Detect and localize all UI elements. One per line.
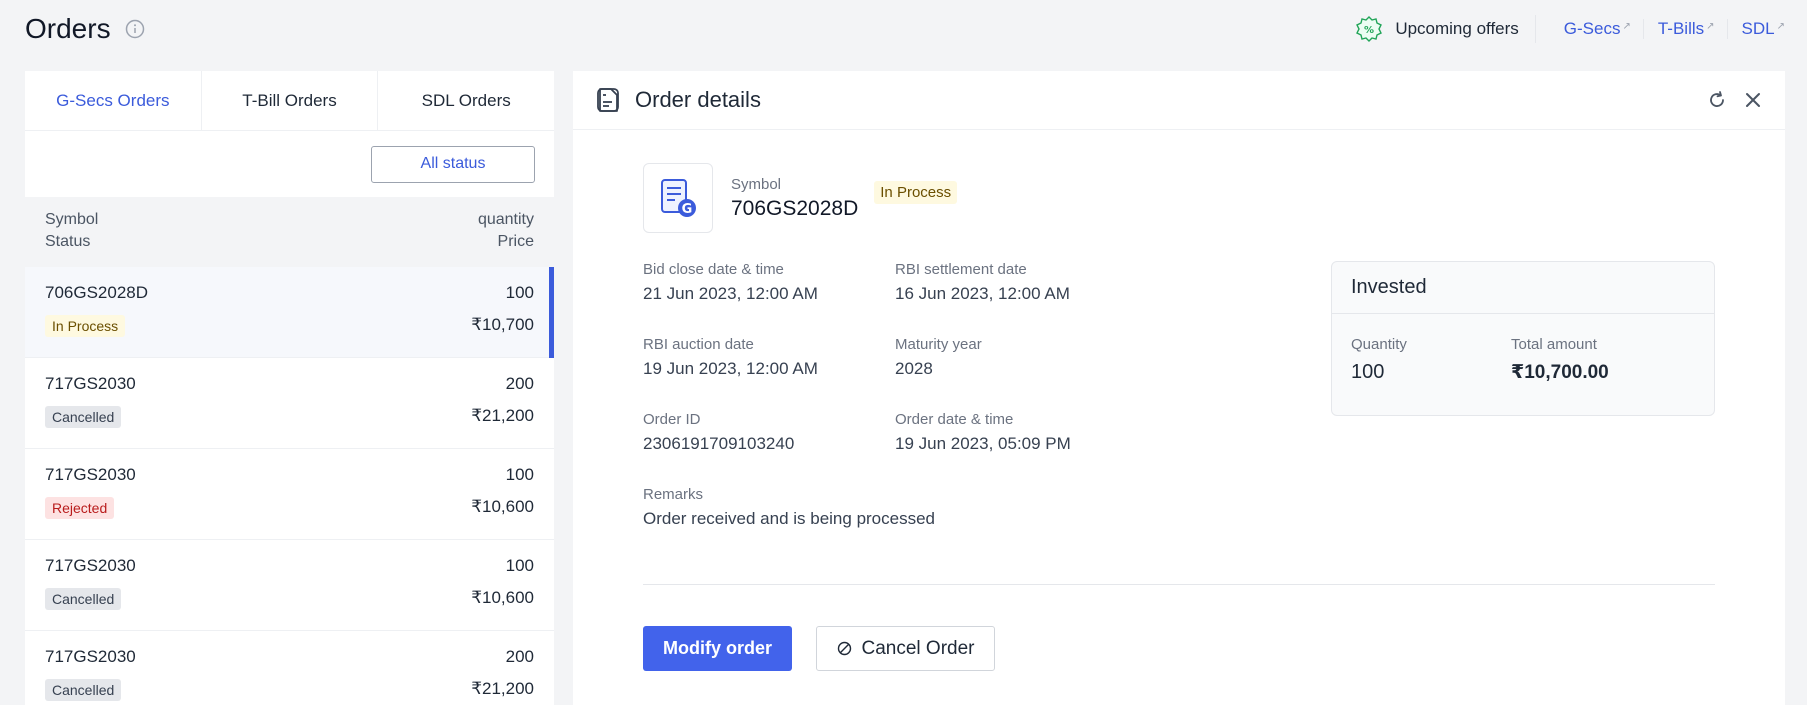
- order-symbol: 717GS2030: [45, 556, 136, 575]
- order-row[interactable]: 717GS2030 Cancelled 200 ₹21,200: [25, 631, 554, 705]
- bid-close-value: 21 Jun 2023, 12:00 AM: [643, 284, 818, 303]
- quantity-column-header: quantity: [477, 211, 534, 228]
- invested-title: Invested: [1332, 262, 1714, 314]
- invested-quantity-label: Quantity: [1351, 336, 1407, 353]
- order-details-panel: Order details G Symbol 706GS2028D In Pro…: [573, 71, 1785, 705]
- cancel-icon: [837, 641, 851, 656]
- status-badge: Cancelled: [45, 588, 122, 610]
- external-link-icon: ↗: [1776, 21, 1785, 32]
- tbills-link[interactable]: T-Bills ↗: [1658, 19, 1728, 39]
- tab-sdl-orders[interactable]: SDL Orders: [378, 71, 554, 130]
- total-amount-label: Total amount: [1511, 336, 1597, 353]
- orders-list-panel: G-Secs Orders T-Bill Orders SDL Orders A…: [25, 71, 554, 705]
- order-quantity: 100: [505, 465, 534, 484]
- svg-text:%: %: [1364, 25, 1374, 36]
- gsecs-link-label: G-Secs: [1563, 19, 1621, 38]
- order-row[interactable]: 717GS2030 Rejected 100 ₹10,600: [25, 449, 554, 540]
- status-badge: Cancelled: [45, 406, 122, 428]
- refresh-icon[interactable]: [1707, 90, 1727, 110]
- order-row[interactable]: 717GS2030 Cancelled 200 ₹21,200: [25, 358, 554, 449]
- order-price: ₹10,700: [471, 315, 534, 334]
- sdl-link-label: SDL: [1741, 19, 1775, 38]
- bond-logo: G: [643, 163, 713, 233]
- order-symbol: 717GS2030: [45, 374, 136, 393]
- symbol-column-header: Symbol: [45, 211, 99, 228]
- list-header: Symbol Status quantity Price: [25, 197, 554, 267]
- order-price: ₹21,200: [471, 406, 534, 425]
- auction-label: RBI auction date: [643, 336, 754, 353]
- auction-field: RBI auction date 19 Jun 2023, 12:00 AM: [643, 336, 818, 379]
- status-badge: In Process: [45, 315, 126, 337]
- tbills-link-label: T-Bills: [1657, 19, 1705, 38]
- order-price: ₹21,200: [471, 679, 534, 698]
- invested-quantity-value: 100: [1351, 361, 1385, 383]
- cancel-order-label: Cancel Order: [861, 637, 975, 659]
- order-symbol: 706GS2028D: [45, 283, 149, 302]
- status-badge: Cancelled: [45, 679, 122, 701]
- bid-close-field: Bid close date & time 21 Jun 2023, 12:00…: [643, 261, 818, 304]
- maturity-label: Maturity year: [895, 336, 982, 353]
- cancel-order-button[interactable]: Cancel Order: [816, 626, 995, 671]
- order-row[interactable]: 717GS2030 Cancelled 100 ₹10,600: [25, 540, 554, 631]
- divider: [643, 584, 1715, 585]
- maturity-field: Maturity year 2028: [895, 336, 982, 379]
- status-filter-select[interactable]: All status: [371, 145, 535, 183]
- order-symbol: 717GS2030: [45, 465, 136, 484]
- order-id-value: 2306191709103240: [643, 434, 795, 453]
- order-quantity: 200: [505, 647, 534, 666]
- order-price: ₹10,600: [471, 497, 534, 516]
- remarks-label: Remarks: [643, 486, 704, 503]
- discount-badge-icon: %: [1356, 16, 1383, 42]
- page-header: Orders % Upcoming offers G-Secs ↗ T-Bills…: [25, 8, 1785, 50]
- order-quantity: 100: [505, 283, 534, 302]
- settlement-label: RBI settlement date: [895, 261, 1027, 278]
- order-id-field: Order ID 2306191709103240: [643, 411, 794, 454]
- total-amount-value: ₹10,700.00: [1511, 362, 1609, 383]
- remarks-field: Remarks Order received and is being proc…: [643, 486, 935, 529]
- order-row[interactable]: 706GS2028D In Process 100 ₹10,700: [25, 267, 554, 358]
- status-badge: In Process: [874, 180, 958, 204]
- gsecs-link[interactable]: G-Secs ↗: [1564, 19, 1644, 39]
- external-link-icon: ↗: [1622, 21, 1631, 32]
- upcoming-offers-label: Upcoming offers: [1395, 19, 1519, 38]
- external-link-icon: ↗: [1706, 21, 1715, 32]
- order-date-field: Order date & time 19 Jun 2023, 05:09 PM: [895, 411, 1071, 454]
- tab-tbill-orders[interactable]: T-Bill Orders: [202, 71, 379, 130]
- sdl-link[interactable]: SDL ↗: [1742, 19, 1785, 39]
- order-quantity: 100: [505, 556, 534, 575]
- tab-gsecs-orders[interactable]: G-Secs Orders: [25, 71, 202, 130]
- symbol-label: Symbol: [731, 175, 782, 193]
- settlement-field: RBI settlement date 16 Jun 2023, 12:00 A…: [895, 261, 1070, 304]
- order-tabs: G-Secs Orders T-Bill Orders SDL Orders: [25, 71, 554, 131]
- svg-text:G: G: [682, 202, 693, 217]
- upcoming-offers-link[interactable]: % Upcoming offers: [1355, 15, 1536, 43]
- order-date-label: Order date & time: [895, 411, 1014, 428]
- maturity-value: 2028: [895, 359, 933, 378]
- order-quantity: 200: [505, 374, 534, 393]
- order-date-value: 19 Jun 2023, 05:09 PM: [895, 434, 1071, 453]
- page-title: Orders: [25, 13, 111, 44]
- invested-card: Invested Quantity 100 Total amount ₹10,7…: [1331, 261, 1715, 416]
- status-badge: Rejected: [45, 497, 115, 519]
- status-column-header: Status: [45, 233, 91, 250]
- remarks-value: Order received and is being processed: [643, 509, 935, 528]
- document-icon: [597, 88, 619, 112]
- price-column-header: Price: [497, 233, 534, 250]
- order-price: ₹10,600: [471, 588, 534, 607]
- bid-close-label: Bid close date & time: [643, 261, 784, 278]
- modify-order-button[interactable]: Modify order: [643, 626, 792, 671]
- auction-value: 19 Jun 2023, 12:00 AM: [643, 359, 818, 378]
- symbol-value: 706GS2028D: [731, 196, 859, 220]
- order-symbol: 717GS2030: [45, 647, 136, 666]
- gsec-document-icon: G: [661, 179, 696, 217]
- order-id-label: Order ID: [643, 411, 701, 428]
- symbol-block: G Symbol 706GS2028D In Process: [643, 163, 958, 233]
- details-title: Order details: [635, 87, 761, 112]
- settlement-value: 16 Jun 2023, 12:00 AM: [895, 284, 1070, 303]
- info-icon[interactable]: [125, 19, 145, 39]
- close-icon[interactable]: [1743, 90, 1763, 110]
